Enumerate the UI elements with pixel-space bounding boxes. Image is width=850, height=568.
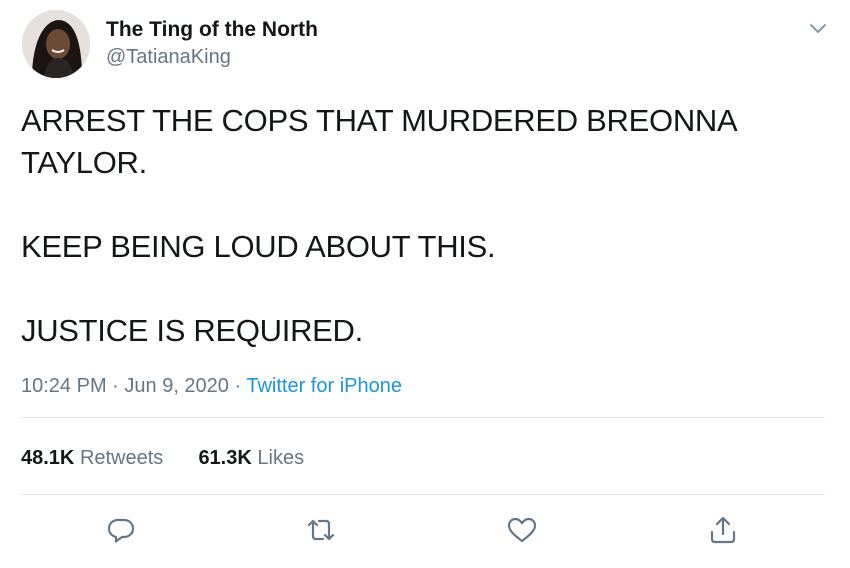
retweets-count: 48.1K <box>21 447 75 469</box>
action-bar <box>0 512 850 552</box>
likes-count: 61.3K <box>198 447 252 469</box>
tweet-meta: 10:24 PM · Jun 9, 2020 · Twitter for iPh… <box>21 375 402 398</box>
tweet-text: ARREST THE COPS THAT MURDERED BREONNA TA… <box>21 100 821 352</box>
user-handle[interactable]: @TatianaKing <box>106 46 231 69</box>
avatar-image <box>22 10 90 78</box>
reply-icon[interactable] <box>103 512 139 548</box>
tweet-line: ARREST THE COPS THAT MURDERED BREONNA TA… <box>21 103 736 180</box>
tweet-header: The Ting of the North @TatianaKing <box>22 10 832 80</box>
retweets-stat[interactable]: 48.1K Retweets <box>21 447 163 469</box>
tweet-source[interactable]: Twitter for iPhone <box>246 375 402 397</box>
likes-label: Likes <box>257 447 305 469</box>
retweet-icon[interactable] <box>303 512 339 548</box>
tweet-line: JUSTICE IS REQUIRED. <box>21 313 363 348</box>
tweet-card: The Ting of the North @TatianaKing ARRES… <box>0 0 850 568</box>
retweets-label: Retweets <box>79 447 164 469</box>
meta-separator: · <box>106 375 125 397</box>
meta-separator: · <box>228 375 247 397</box>
display-name[interactable]: The Ting of the North <box>106 18 318 42</box>
chevron-down-icon[interactable] <box>804 14 832 42</box>
divider <box>21 494 825 495</box>
share-icon[interactable] <box>705 512 741 548</box>
tweet-stats: 48.1K Retweets 61.3K Likes <box>21 447 304 470</box>
avatar[interactable] <box>22 10 90 78</box>
tweet-time[interactable]: 10:24 PM <box>21 375 107 397</box>
tweet-date[interactable]: Jun 9, 2020 <box>124 375 229 397</box>
tweet-line: KEEP BEING LOUD ABOUT THIS. <box>21 229 496 264</box>
divider <box>21 417 825 418</box>
likes-stat[interactable]: 61.3K Likes <box>198 447 304 469</box>
heart-icon[interactable] <box>504 512 540 548</box>
